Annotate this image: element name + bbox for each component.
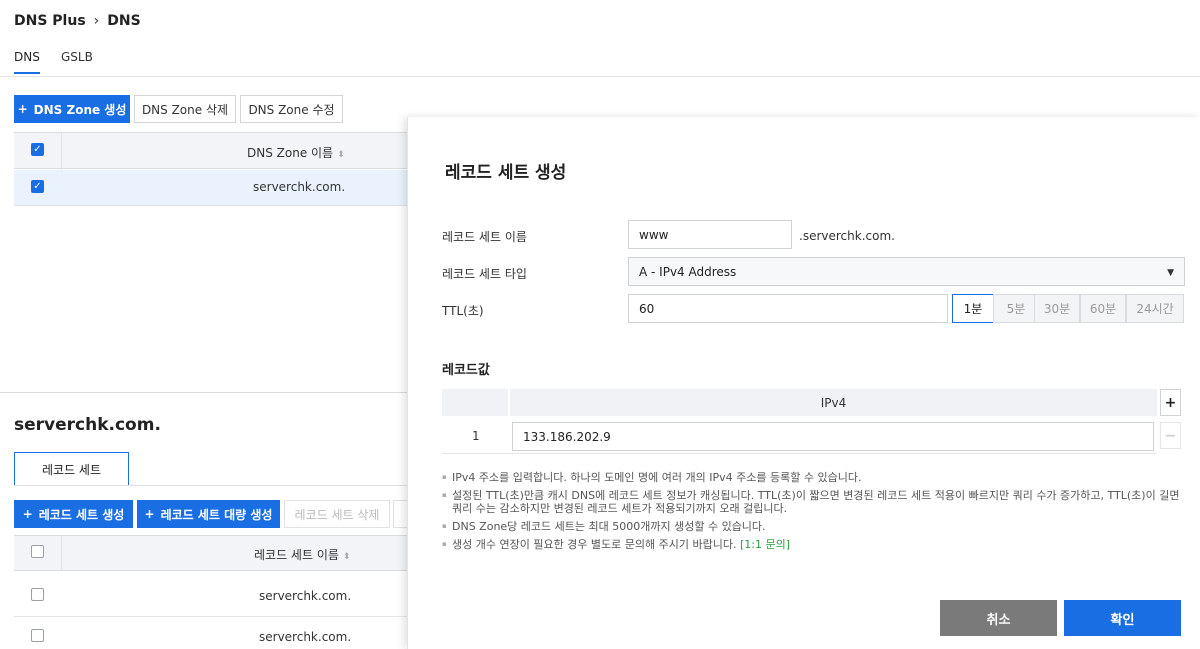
plus-icon: + bbox=[17, 102, 28, 116]
ttl-5min-button[interactable]: 5분 bbox=[993, 294, 1039, 323]
delete-zone-button[interactable]: DNS Zone 삭제 bbox=[134, 95, 236, 123]
breadcrumb: DNS Plus › DNS bbox=[14, 13, 141, 29]
ttl-24h-button[interactable]: 24시간 bbox=[1126, 294, 1184, 323]
record-set-name-cell: serverchk.com. bbox=[259, 589, 352, 603]
record-set-name-cell: serverchk.com. bbox=[259, 630, 352, 644]
record-index-header bbox=[442, 389, 508, 416]
ttl-60min-button[interactable]: 60분 bbox=[1080, 294, 1126, 323]
record-set-name-input[interactable]: www bbox=[628, 220, 792, 249]
tab-gslb[interactable]: GSLB bbox=[61, 50, 93, 72]
tab-dns[interactable]: DNS bbox=[14, 50, 40, 74]
create-zone-label: DNS Zone 생성 bbox=[33, 102, 127, 117]
select-all-checkbox[interactable]: ✓ bbox=[31, 143, 44, 156]
note-text: 생성 개수 연장이 필요한 경우 별도로 문의해 주시기 바랍니다. bbox=[452, 538, 737, 551]
delete-record-set-button[interactable]: 레코드 세트 삭제 bbox=[284, 500, 390, 528]
create-record-set-panel: 레코드 세트 생성 레코드 세트 이름 www .serverchk.com. … bbox=[407, 117, 1200, 649]
inquiry-link[interactable]: [1:1 문의] bbox=[740, 538, 790, 551]
breadcrumb-current: DNS bbox=[107, 13, 141, 29]
main-tabs: DNS GSLB bbox=[0, 44, 1200, 77]
record-set-type-value: A - IPv4 Address bbox=[639, 264, 737, 279]
zone-name-cell: serverchk.com. bbox=[253, 180, 346, 194]
zone-table-row[interactable] bbox=[14, 170, 410, 206]
ttl-label: TTL(초) bbox=[442, 304, 484, 318]
domain-suffix: .serverchk.com. bbox=[799, 229, 895, 243]
bulk-create-label: 레코드 세트 대량 생성 bbox=[160, 507, 273, 522]
plus-icon: + bbox=[22, 507, 33, 521]
tab-record-set[interactable]: 레코드 세트 bbox=[14, 452, 129, 486]
subtab-underline bbox=[14, 485, 414, 486]
sort-icon: ⬍ bbox=[342, 552, 351, 562]
add-record-button[interactable]: + bbox=[1160, 389, 1181, 416]
record-set-type-select[interactable]: A - IPv4 Address ▼ bbox=[628, 257, 1185, 286]
note-item: 설정된 TTL(초)만큼 캐시 DNS에 레코드 세트 정보가 캐싱됩니다. T… bbox=[442, 489, 1182, 515]
note-item: DNS Zone당 레코드 세트는 최대 5000개까지 생성할 수 있습니다. bbox=[442, 520, 1182, 533]
plus-icon: + bbox=[144, 507, 155, 521]
row-checkbox[interactable] bbox=[31, 629, 44, 642]
record-set-table-header bbox=[14, 535, 410, 571]
note-item: IPv4 주소를 입력합니다. 하나의 도메인 명에 여러 개의 IPv4 주소… bbox=[442, 471, 1182, 484]
chevron-right-icon: › bbox=[93, 13, 100, 29]
note-item: 생성 개수 연장이 필요한 경우 별도로 문의해 주시기 바랍니다. [1:1 … bbox=[442, 538, 1182, 551]
sort-icon: ⬍ bbox=[337, 150, 345, 160]
column-divider bbox=[61, 535, 62, 571]
zone-name-column-header[interactable]: DNS Zone 이름 ⬍ bbox=[247, 144, 345, 161]
record-set-header-label: 레코드 세트 이름 bbox=[254, 548, 339, 562]
confirm-button[interactable]: 확인 bbox=[1064, 600, 1181, 636]
record-values-title: 레코드값 bbox=[442, 363, 490, 378]
zone-name-header-label: DNS Zone 이름 bbox=[247, 146, 334, 160]
row-checkbox[interactable] bbox=[31, 588, 44, 601]
create-zone-button[interactable]: + DNS Zone 생성 bbox=[14, 95, 130, 123]
ipv4-value-input[interactable]: 133.186.202.9 bbox=[512, 422, 1154, 451]
caret-down-icon: ▼ bbox=[1167, 268, 1174, 278]
zone-table-header bbox=[14, 132, 410, 169]
section-divider bbox=[0, 392, 410, 393]
ipv4-column-header: IPv4 bbox=[510, 389, 1157, 416]
edit-zone-button[interactable]: DNS Zone 수정 bbox=[240, 95, 343, 123]
panel-title: 레코드 세트 생성 bbox=[445, 163, 567, 183]
record-set-name-label: 레코드 세트 이름 bbox=[442, 230, 527, 244]
zone-detail-title: serverchk.com. bbox=[14, 415, 161, 435]
breadcrumb-root[interactable]: DNS Plus bbox=[14, 13, 86, 29]
create-record-set-button[interactable]: + 레코드 세트 생성 bbox=[14, 500, 133, 528]
ttl-1min-button[interactable]: 1분 bbox=[952, 294, 994, 323]
create-record-set-label: 레코드 세트 생성 bbox=[38, 507, 125, 522]
ttl-30min-button[interactable]: 30분 bbox=[1034, 294, 1080, 323]
help-notes: IPv4 주소를 입력합니다. 하나의 도메인 명에 여러 개의 IPv4 주소… bbox=[442, 471, 1182, 556]
remove-record-button[interactable]: − bbox=[1160, 422, 1181, 449]
ttl-input[interactable]: 60 bbox=[628, 294, 948, 323]
record-set-name-column-header[interactable]: 레코드 세트 이름 ⬍ bbox=[254, 546, 350, 563]
cancel-button[interactable]: 취소 bbox=[940, 600, 1057, 636]
select-all-checkbox[interactable] bbox=[31, 545, 44, 558]
bulk-create-record-set-button[interactable]: + 레코드 세트 대량 생성 bbox=[137, 500, 280, 528]
row-checkbox[interactable]: ✓ bbox=[31, 180, 44, 193]
record-row-divider bbox=[442, 453, 1157, 454]
record-index: 1 bbox=[472, 429, 480, 443]
record-set-type-label: 레코드 세트 타입 bbox=[442, 267, 527, 281]
